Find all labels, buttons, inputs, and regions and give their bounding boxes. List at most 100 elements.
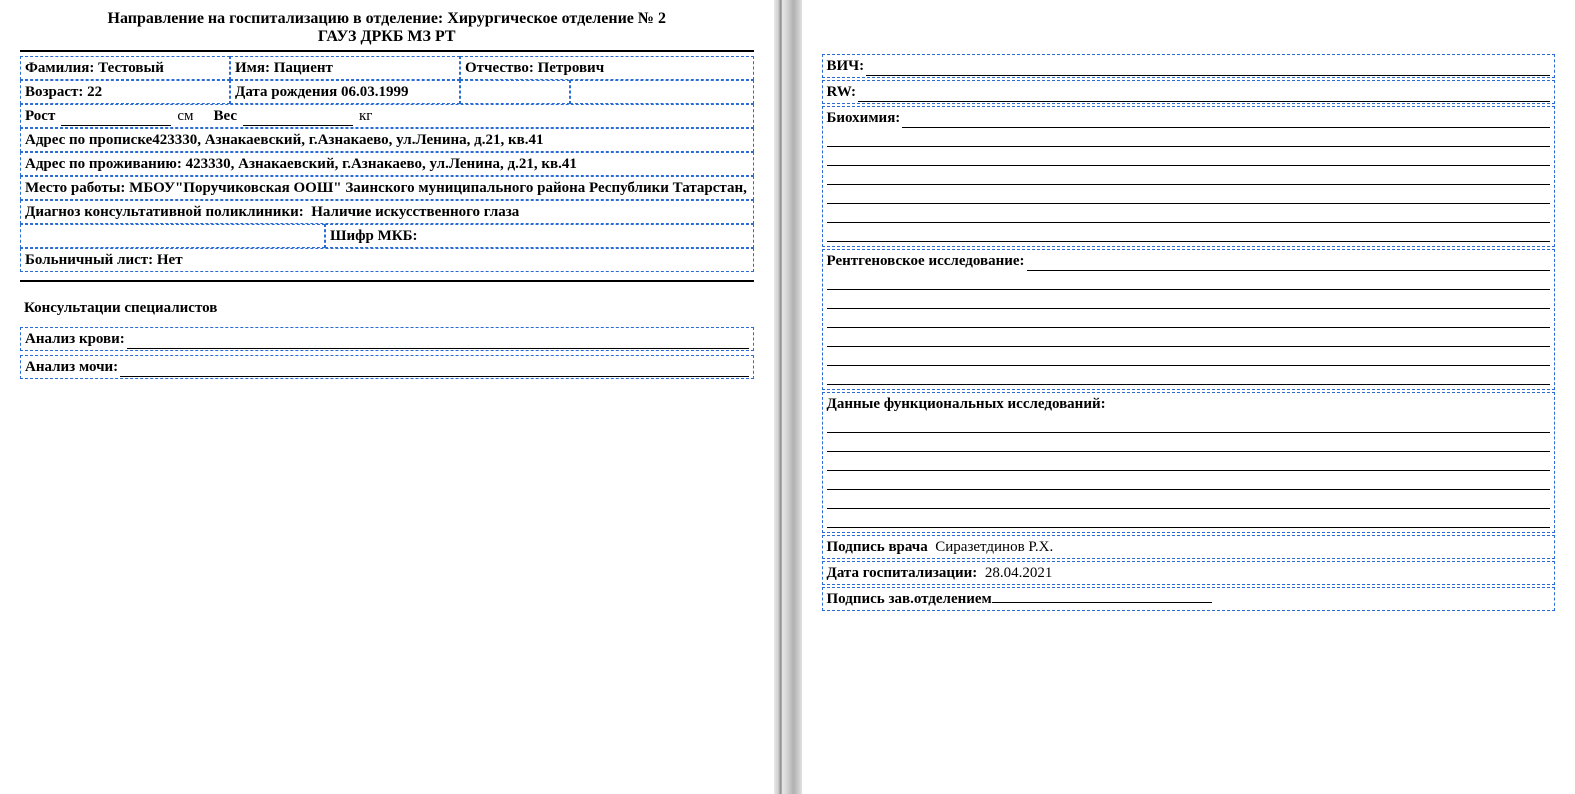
cell-mkb: Шифр МКБ: <box>325 224 754 248</box>
input-rw <box>858 86 1550 102</box>
cell-patronymic: Отчество: Петрович <box>460 56 754 80</box>
page-2: ВИЧ: RW: Биохимия: <box>802 0 1575 794</box>
page-1: Направление на госпитализацию в отделени… <box>0 0 774 794</box>
input-weight <box>243 112 353 126</box>
value-patronymic: Петрович <box>538 60 605 76</box>
value-name: Пациент <box>274 60 333 76</box>
input-head-sign <box>992 589 1212 603</box>
input-xray-2 <box>827 293 1551 309</box>
cell-empty-2 <box>570 80 754 104</box>
input-xray-5 <box>827 350 1551 366</box>
input-height <box>61 112 171 126</box>
input-func-2 <box>827 436 1551 452</box>
cell-urine: Анализ мочи: <box>20 355 754 379</box>
document-title: Направление на госпитализацию в отделени… <box>0 0 774 46</box>
cell-mkb-left <box>20 224 325 248</box>
value-dob: 06.03.1999 <box>341 84 409 100</box>
value-doctor-sign: Сиразетдинов Р.Х. <box>935 539 1053 555</box>
input-xray-6 <box>827 369 1551 385</box>
label-surname: Фамилия: <box>25 60 94 76</box>
value-reg-address: 423330, Азнакаевский, г.Азнакаево, ул.Ле… <box>152 132 543 148</box>
title-line-2: ГАУЗ ДРКБ МЗ РТ <box>20 28 754 46</box>
cell-surname: Фамилия: Тестовый <box>20 56 230 80</box>
value-surname: Тестовый <box>98 60 164 76</box>
input-func-3 <box>827 455 1551 471</box>
label-age: Возраст: <box>25 84 83 100</box>
input-xray-0 <box>1027 255 1550 271</box>
input-urine <box>120 361 748 377</box>
cell-reg-address: Адрес по прописке423330, Азнакаевский, г… <box>20 128 754 152</box>
input-xray-1 <box>827 274 1551 290</box>
cell-biochem: Биохимия: <box>822 106 1556 247</box>
input-biochem-2 <box>827 150 1551 166</box>
input-func-5 <box>827 493 1551 509</box>
cell-hiv: ВИЧ: <box>822 54 1556 78</box>
input-biochem-1 <box>827 131 1551 147</box>
label-weight: Вес <box>213 106 237 126</box>
label-urine: Анализ мочи: <box>25 357 120 377</box>
value-diagnosis: Наличие искусственного глаза <box>311 204 519 220</box>
label-doctor-sign: Подпись врача <box>827 539 928 555</box>
label-mkb: Шифр МКБ: <box>330 228 418 244</box>
label-name: Имя: <box>235 60 270 76</box>
input-func-4 <box>827 474 1551 490</box>
label-height: Рост <box>25 106 55 126</box>
cell-height-weight: Рост см Вес кг <box>20 104 754 128</box>
row-age: Возраст: 22 Дата рождения 06.03.1999 <box>20 80 754 104</box>
label-patronymic: Отчество: <box>465 60 534 76</box>
label-head-sign: Подпись зав.отделением <box>827 591 992 607</box>
input-blood <box>127 333 749 349</box>
unit-weight: кг <box>359 106 372 126</box>
cell-res-address: Адрес по проживанию: 423330, Азнакаевски… <box>20 152 754 176</box>
label-res-address: Адрес по проживанию: <box>25 156 182 172</box>
input-hiv <box>866 60 1550 76</box>
unit-height: см <box>177 106 193 126</box>
page-gap <box>774 0 802 794</box>
label-func: Данные функциональных исследований: <box>827 394 1551 414</box>
divider-mid <box>20 280 754 282</box>
value-hosp-date: 28.04.2021 <box>985 565 1053 581</box>
cell-xray: Рентгеновское исследование: <box>822 249 1556 390</box>
input-biochem-0 <box>902 112 1550 128</box>
label-sick-leave: Больничный лист: <box>25 252 153 268</box>
input-biochem-4 <box>827 188 1551 204</box>
cell-hosp-date: Дата госпитализации: 28.04.2021 <box>822 561 1556 585</box>
label-diagnosis: Диагноз консультативной поликлиники: <box>25 204 304 220</box>
divider-top <box>20 50 754 52</box>
input-xray-4 <box>827 331 1551 347</box>
input-biochem-3 <box>827 169 1551 185</box>
cell-doctor-sign: Подпись врача Сиразетдинов Р.Х. <box>822 535 1556 559</box>
heading-consult: Консультации специалистов <box>20 286 754 327</box>
value-sick-leave: Нет <box>157 252 183 268</box>
value-res-address: 423330, Азнакаевский, г.Азнакаево, ул.Ле… <box>186 156 577 172</box>
label-blood: Анализ крови: <box>25 329 127 349</box>
cell-func: Данные функциональных исследований: <box>822 392 1556 533</box>
input-biochem-5 <box>827 207 1551 223</box>
cell-empty-1 <box>460 80 570 104</box>
label-hiv: ВИЧ: <box>827 56 867 76</box>
label-biochem: Биохимия: <box>827 108 903 128</box>
cell-dob: Дата рождения 06.03.1999 <box>230 80 460 104</box>
cell-rw: RW: <box>822 80 1556 104</box>
cell-sick-leave: Больничный лист: Нет <box>20 248 754 272</box>
row-mkb: Шифр МКБ: <box>20 224 754 248</box>
cell-name: Имя: Пациент <box>230 56 460 80</box>
input-biochem-6 <box>827 226 1551 242</box>
cell-head-sign: Подпись зав.отделением <box>822 587 1556 611</box>
input-func-6 <box>827 512 1551 528</box>
input-func-1 <box>827 417 1551 433</box>
label-hosp-date: Дата госпитализации: <box>827 565 978 581</box>
cell-blood: Анализ крови: <box>20 327 754 351</box>
value-work: МБОУ"Поручиковская ООШ" Заинского муници… <box>129 180 747 196</box>
label-dob: Дата рождения <box>235 84 337 100</box>
cell-work: Место работы: МБОУ"Поручиковская ООШ" За… <box>20 176 754 200</box>
label-work: Место работы: <box>25 180 125 196</box>
input-xray-3 <box>827 312 1551 328</box>
label-reg-address: Адрес по прописке <box>25 132 152 148</box>
value-age: 22 <box>87 84 102 100</box>
label-rw: RW: <box>827 82 858 102</box>
row-name: Фамилия: Тестовый Имя: Пациент Отчество:… <box>20 56 754 80</box>
cell-age: Возраст: 22 <box>20 80 230 104</box>
title-line-1: Направление на госпитализацию в отделени… <box>20 10 754 28</box>
cell-diagnosis: Диагноз консультативной поликлиники: Нал… <box>20 200 754 224</box>
